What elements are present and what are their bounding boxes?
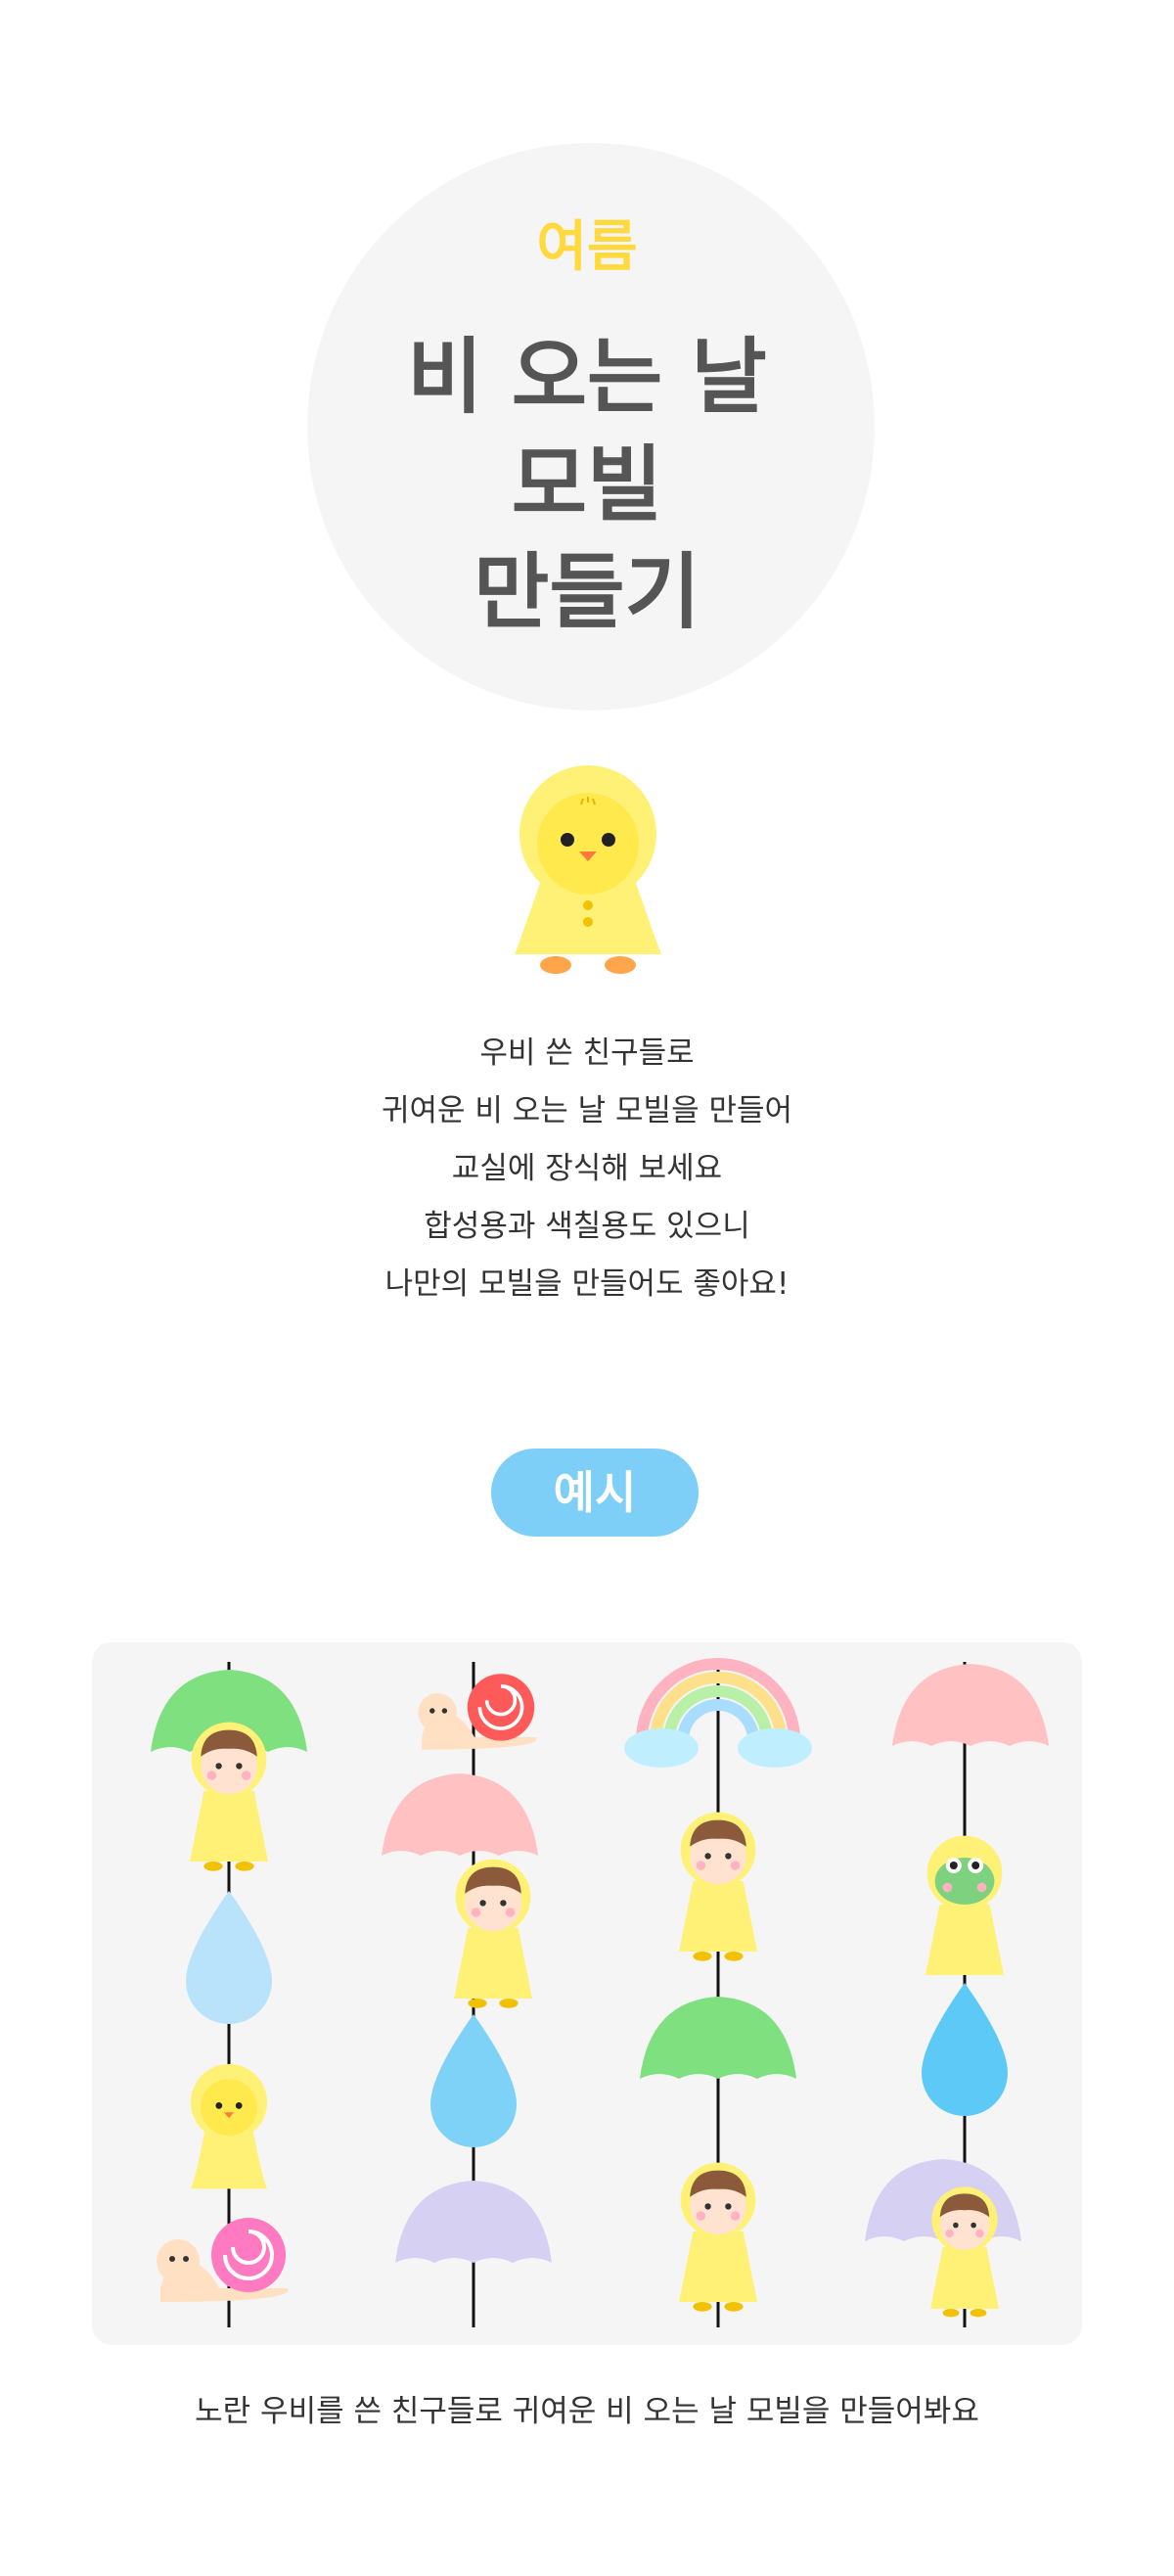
child-raincoat-icon bbox=[679, 2162, 757, 2312]
intro-line-3: 교실에 장식해 보세요 bbox=[451, 1151, 723, 1186]
intro-line-4: 합성용과 색칠용도 있으니 bbox=[424, 1209, 750, 1244]
umbrella-icon bbox=[395, 2181, 552, 2263]
umbrella-icon bbox=[892, 1664, 1049, 1746]
page-title-line-1: 비 오는 날 bbox=[407, 329, 767, 425]
child-raincoat-icon bbox=[454, 1859, 532, 2008]
snail-icon bbox=[416, 1672, 539, 1752]
chick-raincoat-icon bbox=[515, 765, 661, 974]
page-title-line-2: 모빌 bbox=[511, 437, 663, 532]
page-title-line-3: 만들기 bbox=[474, 544, 700, 640]
intro-line-2: 귀여운 비 오는 날 모빌을 만들어 bbox=[381, 1093, 793, 1128]
intro-line-5: 나만의 모빌을 만들어도 좋아요! bbox=[384, 1266, 790, 1302]
frog-raincoat-icon bbox=[926, 1835, 1004, 1975]
umbrella-icon bbox=[640, 1997, 796, 2079]
child-raincoat-icon bbox=[679, 1812, 757, 1961]
season-label: 여름 bbox=[536, 215, 638, 279]
raindrop-icon bbox=[186, 1891, 272, 2024]
umbrella-icon bbox=[382, 1773, 538, 1856]
example-caption: 노란 우비를 쓴 친구들로 귀여운 비 오는 날 모빌을 만들어봐요 bbox=[195, 2394, 979, 2429]
raindrop-icon bbox=[922, 1983, 1008, 2116]
chick-raincoat-icon bbox=[190, 2063, 268, 2189]
intro-line-1: 우비 쓴 친구들로 bbox=[479, 1035, 695, 1071]
snail-icon bbox=[155, 2216, 291, 2304]
raindrop-icon bbox=[430, 2014, 517, 2147]
child-raincoat-icon bbox=[190, 1722, 268, 1871]
example-mobile-panel bbox=[92, 1642, 1082, 2345]
example-badge: 예시 bbox=[491, 1449, 699, 1537]
child-raincoat-icon bbox=[930, 2186, 999, 2318]
